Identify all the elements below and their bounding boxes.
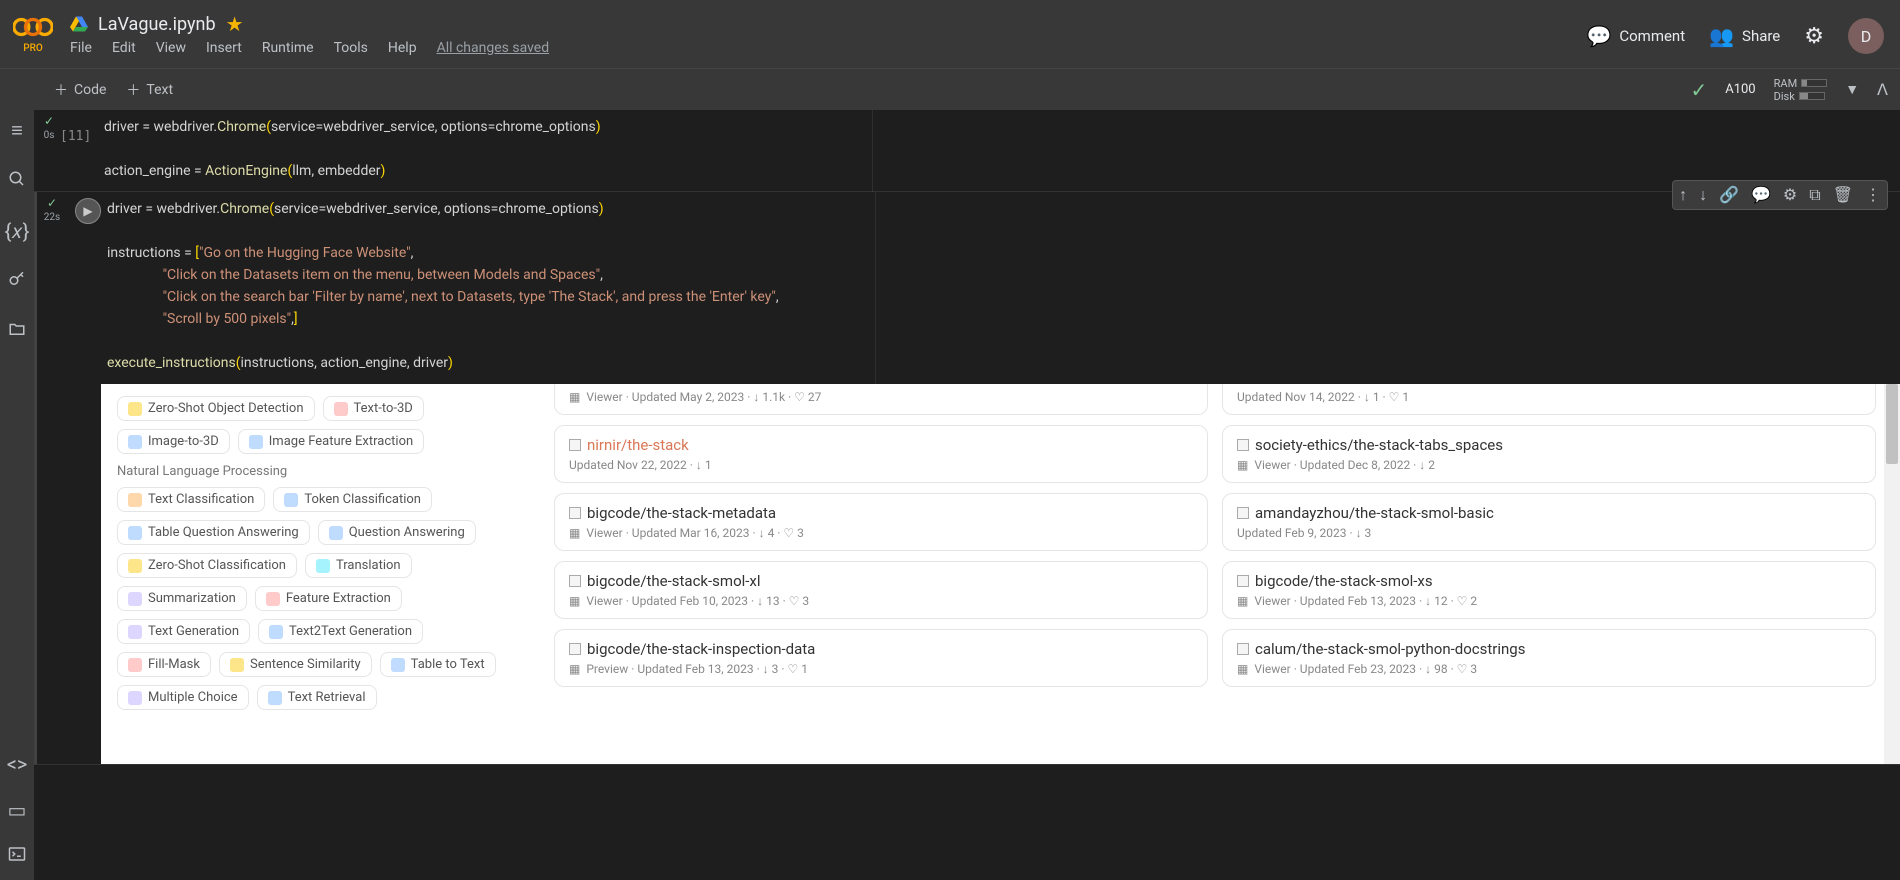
filter-tag[interactable]: Zero-Shot Classification: [117, 553, 297, 578]
exec-check-icon: ✓: [47, 196, 57, 210]
filter-tag[interactable]: Image Feature Extraction: [238, 429, 424, 454]
sidebar: ≡ {𝑥} <> ▭: [0, 110, 34, 880]
comment-icon: 💬: [1586, 24, 1611, 48]
avatar[interactable]: D: [1848, 18, 1884, 54]
mirror-icon[interactable]: ⧉: [1809, 185, 1820, 205]
move-down-icon[interactable]: ↓: [1699, 185, 1707, 205]
filter-tag[interactable]: Token Classification: [273, 487, 432, 512]
filter-tag[interactable]: Multiple Choice: [117, 685, 249, 710]
dataset-card[interactable]: bigcode/the-stack-smol-xs▦Viewer · Updat…: [1222, 561, 1876, 619]
colab-logo: PRO: [12, 13, 54, 55]
dataset-card[interactable]: amandayzhou/the-stack-smol-basicUpdated …: [1222, 493, 1876, 551]
menu-file[interactable]: File: [70, 40, 92, 56]
link-icon[interactable]: 🔗: [1719, 185, 1739, 205]
share-icon: 👥: [1709, 24, 1734, 48]
dataset-card[interactable]: bigcode/the-stack-smol-xl▦Viewer · Updat…: [554, 561, 1208, 619]
delete-icon[interactable]: 🗑: [1833, 185, 1853, 205]
add-text-button[interactable]: ＋ Text: [116, 76, 183, 104]
cell-toolbar: ↑ ↓ 🔗 💬 ⚙ ⧉ 🗑 ⋮: [1672, 180, 1888, 210]
command-palette-icon[interactable]: ▭: [8, 798, 27, 822]
filter-tag[interactable]: Text Classification: [117, 487, 265, 512]
dataset-card[interactable]: Updated Nov 14, 2022 · ↓ 1 · ♡ 1: [1222, 384, 1876, 415]
files-icon[interactable]: [8, 319, 26, 343]
code-cell-active[interactable]: ✓ 22s ↑ ↓ 🔗 💬 ⚙ ⧉ 🗑 ⋮ ▶ driver = webdriv…: [34, 192, 1900, 765]
more-icon[interactable]: ⋮: [1865, 185, 1881, 205]
dataset-card[interactable]: calum/the-stack-smol-python-docstrings▦V…: [1222, 629, 1876, 687]
code-snippets-icon[interactable]: <>: [7, 752, 28, 776]
star-icon[interactable]: ★: [226, 12, 244, 36]
menu-help[interactable]: Help: [388, 40, 417, 56]
run-button[interactable]: ▶: [75, 198, 101, 224]
collapse-icon[interactable]: ᐱ: [1877, 80, 1888, 99]
settings-icon[interactable]: ⚙: [1804, 24, 1824, 49]
runtime-menu-icon[interactable]: ▼: [1845, 81, 1859, 98]
code-content[interactable]: driver = webdriver.Chrome(service=webdri…: [107, 198, 1890, 374]
dataset-card[interactable]: ▦Viewer · Updated May 2, 2023 · ↓ 1.1k ·…: [554, 384, 1208, 415]
dataset-card[interactable]: bigcode/the-stack-inspection-data▦Previe…: [554, 629, 1208, 687]
code-content[interactable]: driver = webdriver.Chrome(service=webdri…: [104, 116, 1890, 182]
exec-time: 0s: [44, 130, 55, 141]
cell-output: Zero-Shot Object Detection Text-to-3D Imag…: [101, 384, 1900, 764]
dataset-card[interactable]: society-ethics/the-stack-tabs_spaces▦Vie…: [1222, 425, 1876, 483]
output-scrollbar[interactable]: [1884, 384, 1900, 764]
hf-filters: Zero-Shot Object Detection Text-to-3D Imag…: [101, 384, 531, 730]
resource-indicator[interactable]: RAM Disk: [1774, 77, 1828, 103]
terminal-icon[interactable]: [8, 844, 26, 868]
filter-tag[interactable]: Zero-Shot Object Detection: [117, 396, 315, 421]
add-code-button[interactable]: ＋ Code: [44, 76, 116, 104]
filter-tag[interactable]: Translation: [305, 553, 412, 578]
runtime-type[interactable]: A100: [1725, 82, 1755, 97]
save-status[interactable]: All changes saved: [437, 40, 550, 56]
filter-tag[interactable]: Feature Extraction: [255, 586, 402, 611]
menu-view[interactable]: View: [156, 40, 186, 56]
filter-tag[interactable]: Text Retrieval: [257, 685, 377, 710]
exec-count: [11]: [60, 126, 91, 148]
exec-check-icon: ✓: [44, 114, 54, 128]
dataset-card[interactable]: nirnir/the-stackUpdated Nov 22, 2022 · ↓…: [554, 425, 1208, 483]
notebook-main: ✓ 0s [11] driver = webdriver.Chrome(serv…: [34, 110, 1900, 880]
filter-tag[interactable]: Sentence Similarity: [219, 652, 372, 677]
hf-results: ▦Viewer · Updated May 2, 2023 · ↓ 1.1k ·…: [546, 384, 1884, 687]
filter-tag[interactable]: Question Answering: [318, 520, 476, 545]
filter-tag[interactable]: Image-to-3D: [117, 429, 230, 454]
filter-tag[interactable]: Table Question Answering: [117, 520, 310, 545]
filter-tag[interactable]: Text2Text Generation: [258, 619, 423, 644]
secrets-icon[interactable]: [8, 269, 26, 293]
pro-badge: PRO: [23, 43, 43, 54]
menu-runtime[interactable]: Runtime: [262, 40, 314, 56]
filter-tag[interactable]: Text-to-3D: [323, 396, 424, 421]
menu-edit[interactable]: Edit: [112, 40, 136, 56]
drive-icon: [70, 15, 88, 33]
header: PRO LaVague.ipynb ★ File Edit View Inser…: [0, 0, 1900, 68]
menu-insert[interactable]: Insert: [206, 40, 242, 56]
notebook-title[interactable]: LaVague.ipynb: [98, 14, 216, 35]
filter-tag[interactable]: Text Generation: [117, 619, 250, 644]
search-icon[interactable]: [8, 169, 26, 193]
filter-tag[interactable]: Table to Text: [380, 652, 496, 677]
menu-tools[interactable]: Tools: [334, 40, 368, 56]
section-header: Natural Language Processing: [117, 464, 515, 479]
variables-icon[interactable]: {𝑥}: [5, 219, 30, 243]
filter-tag[interactable]: Fill-Mask: [117, 652, 211, 677]
exec-time: 22s: [44, 212, 60, 223]
filter-tag[interactable]: Summarization: [117, 586, 247, 611]
check-icon: ✓: [1690, 78, 1707, 102]
comment-button[interactable]: 💬 Comment: [1586, 24, 1685, 48]
dataset-card[interactable]: bigcode/the-stack-metadata▦Viewer · Upda…: [554, 493, 1208, 551]
toc-icon[interactable]: ≡: [11, 118, 23, 143]
cell-settings-icon[interactable]: ⚙: [1783, 185, 1797, 205]
comment-cell-icon[interactable]: 💬: [1751, 185, 1771, 205]
code-cell[interactable]: ✓ 0s [11] driver = webdriver.Chrome(serv…: [34, 110, 1900, 192]
move-up-icon[interactable]: ↑: [1679, 185, 1687, 205]
toolbar: ＋ Code ＋ Text ✓ A100 RAM Disk ▼ ᐱ: [0, 68, 1900, 110]
share-button[interactable]: 👥 Share: [1709, 24, 1780, 48]
